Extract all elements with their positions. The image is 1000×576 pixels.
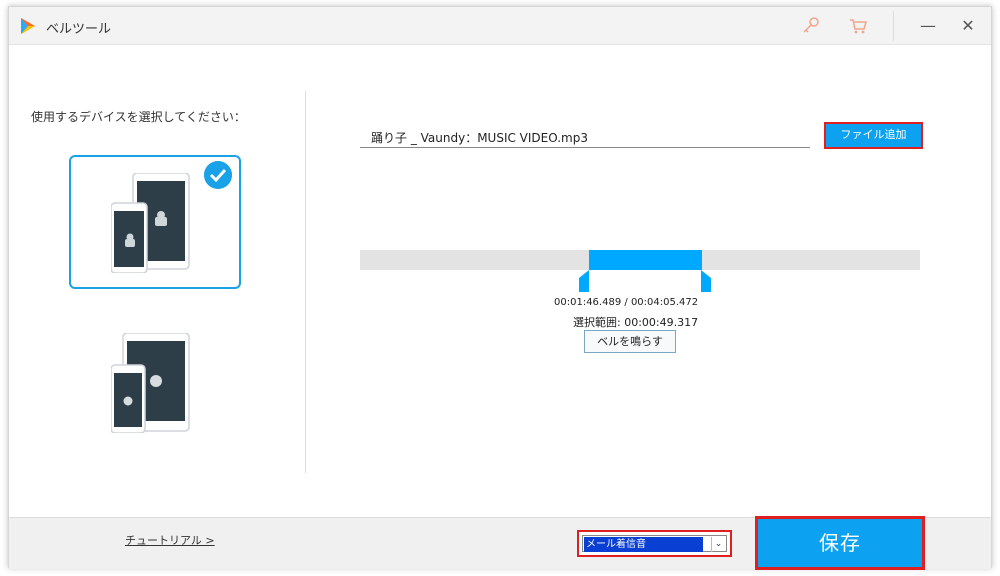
file-name-underline bbox=[360, 147, 810, 148]
chevron-down-icon[interactable]: ⌄ bbox=[711, 537, 725, 552]
selection-label: 選択範囲: bbox=[573, 316, 621, 329]
selected-range[interactable] bbox=[589, 250, 702, 270]
add-file-button[interactable]: ファイル追加 bbox=[824, 122, 923, 149]
device-select-prompt: 使用するデバイスを選択してください： bbox=[31, 110, 246, 124]
apple-devices-icon[interactable] bbox=[111, 333, 191, 433]
ringtone-type-select[interactable]: メール着信音 ⌄ bbox=[577, 530, 732, 557]
ring-button[interactable]: ベルを鳴らす bbox=[584, 330, 676, 353]
close-icon[interactable]: ✕ bbox=[957, 15, 979, 37]
app-title: ベルツール bbox=[46, 22, 112, 37]
panel-divider bbox=[305, 91, 306, 473]
time-readout: 00:01:46.489 / 00:04:05.472 bbox=[554, 297, 698, 308]
app-logo-icon bbox=[21, 18, 35, 34]
title-bar-separator bbox=[893, 11, 894, 41]
selection-readout: 選択範囲: 00:00:49.317 bbox=[573, 314, 698, 330]
title-bar: ベルツール — ✕ bbox=[9, 7, 991, 45]
range-end-handle[interactable] bbox=[701, 270, 711, 292]
save-button[interactable]: 保存 bbox=[755, 516, 925, 570]
ringtone-selected-value: メール着信音 bbox=[584, 537, 703, 552]
tutorial-link[interactable]: チュートリアル > bbox=[125, 532, 215, 548]
app-window: ベルツール — ✕ 使用するデバイスを選択してください： 踊り子 _ Vaund… bbox=[8, 6, 992, 570]
range-start-handle[interactable] bbox=[579, 270, 589, 292]
total-time: 00:04:05.472 bbox=[630, 297, 699, 308]
time-separator: / bbox=[624, 297, 628, 308]
ringtone-select-box[interactable]: メール着信音 ⌄ bbox=[582, 535, 727, 552]
selection-duration: 00:00:49.317 bbox=[624, 316, 699, 329]
key-icon[interactable] bbox=[801, 16, 821, 36]
minimize-icon[interactable]: — bbox=[917, 15, 939, 37]
cart-icon[interactable] bbox=[848, 16, 868, 36]
android-devices-icon bbox=[111, 173, 190, 273]
file-name: 踊り子 _ Vaundy：MUSIC VIDEO.mp3 bbox=[371, 131, 588, 145]
check-icon bbox=[204, 161, 232, 189]
current-time: 00:01:46.489 bbox=[554, 297, 622, 308]
